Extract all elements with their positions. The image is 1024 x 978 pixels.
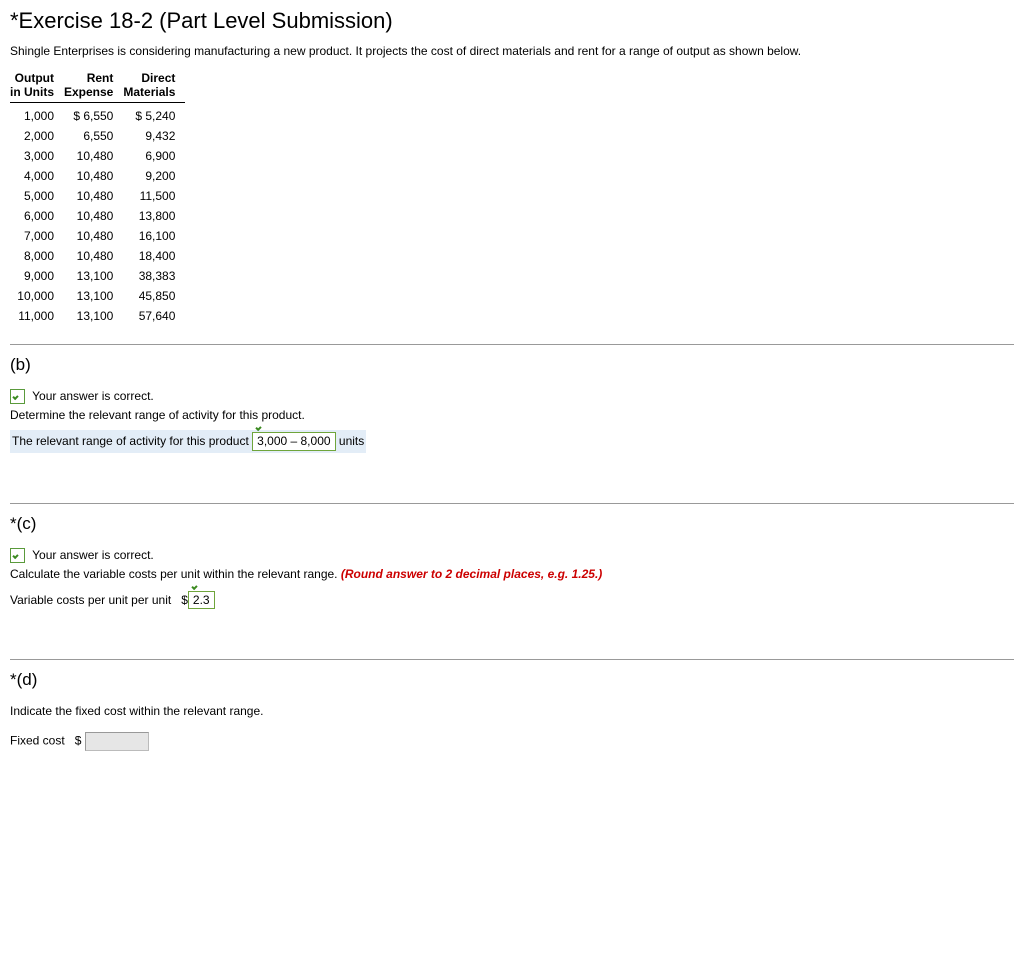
divider <box>10 503 1014 504</box>
part-b-answer-box: 3,000 – 8,000 <box>252 432 335 450</box>
table-row: 10,00013,10045,850 <box>10 286 185 306</box>
currency-symbol: $ <box>181 593 188 607</box>
correct-text: Your answer is correct. <box>32 389 154 403</box>
rounding-note: (Round answer to 2 decimal places, e.g. … <box>341 567 602 581</box>
divider <box>10 344 1014 345</box>
part-c-answer-line: Variable costs per unit per unit $ 2.3 <box>10 591 1014 609</box>
part-d-prefix: Fixed cost <box>10 734 65 748</box>
part-d-answer-line: Fixed cost $ <box>10 732 1014 751</box>
part-c-correct: Your answer is correct. <box>10 548 1014 563</box>
check-icon <box>255 424 265 432</box>
table-row: 4,00010,4809,200 <box>10 166 185 186</box>
intro-text: Shingle Enterprises is considering manuf… <box>10 44 1014 58</box>
table-row: 11,00013,10057,640 <box>10 306 185 326</box>
part-c-answer-box: 2.3 <box>188 591 215 609</box>
page-title: *Exercise 18-2 (Part Level Submission) <box>10 8 1014 34</box>
check-icon <box>10 389 25 404</box>
table-row: 9,00013,10038,383 <box>10 266 185 286</box>
col-materials-header: DirectMaterials <box>123 68 185 103</box>
part-c-prefix: Variable costs per unit per unit <box>10 593 171 607</box>
table-row: 7,00010,48016,100 <box>10 226 185 246</box>
cost-table-body: 1,000$ 6,550$ 5,2402,0006,5509,4323,0001… <box>10 103 185 327</box>
col-output-header: Outputin Units <box>10 68 64 103</box>
part-b-label: (b) <box>10 355 1014 375</box>
part-b-instruction: Determine the relevant range of activity… <box>10 408 1014 422</box>
table-row: 5,00010,48011,500 <box>10 186 185 206</box>
check-icon <box>10 548 25 563</box>
check-icon <box>191 583 201 591</box>
correct-text: Your answer is correct. <box>32 548 154 562</box>
col-rent-header: RentExpense <box>64 68 123 103</box>
divider <box>10 659 1014 660</box>
part-d-label: *(d) <box>10 670 1014 690</box>
part-c-instruction: Calculate the variable costs per unit wi… <box>10 567 1014 581</box>
table-row: 3,00010,4806,900 <box>10 146 185 166</box>
part-b-suffix: units <box>339 434 364 448</box>
part-c-answer-value: 2.3 <box>193 593 210 607</box>
table-row: 2,0006,5509,432 <box>10 126 185 146</box>
fixed-cost-input[interactable] <box>85 732 149 751</box>
part-c-label: *(c) <box>10 514 1014 534</box>
currency-symbol: $ <box>75 734 82 748</box>
table-row: 1,000$ 6,550$ 5,240 <box>10 103 185 127</box>
part-b-prefix: The relevant range of activity for this … <box>12 434 249 448</box>
cost-table: Outputin Units RentExpense DirectMateria… <box>10 68 185 326</box>
part-b-correct: Your answer is correct. <box>10 389 1014 404</box>
part-d-instruction: Indicate the fixed cost within the relev… <box>10 704 1014 718</box>
part-b-answer-line: The relevant range of activity for this … <box>10 430 1014 452</box>
part-b-answer-value: 3,000 – 8,000 <box>257 434 330 448</box>
table-row: 6,00010,48013,800 <box>10 206 185 226</box>
table-row: 8,00010,48018,400 <box>10 246 185 266</box>
